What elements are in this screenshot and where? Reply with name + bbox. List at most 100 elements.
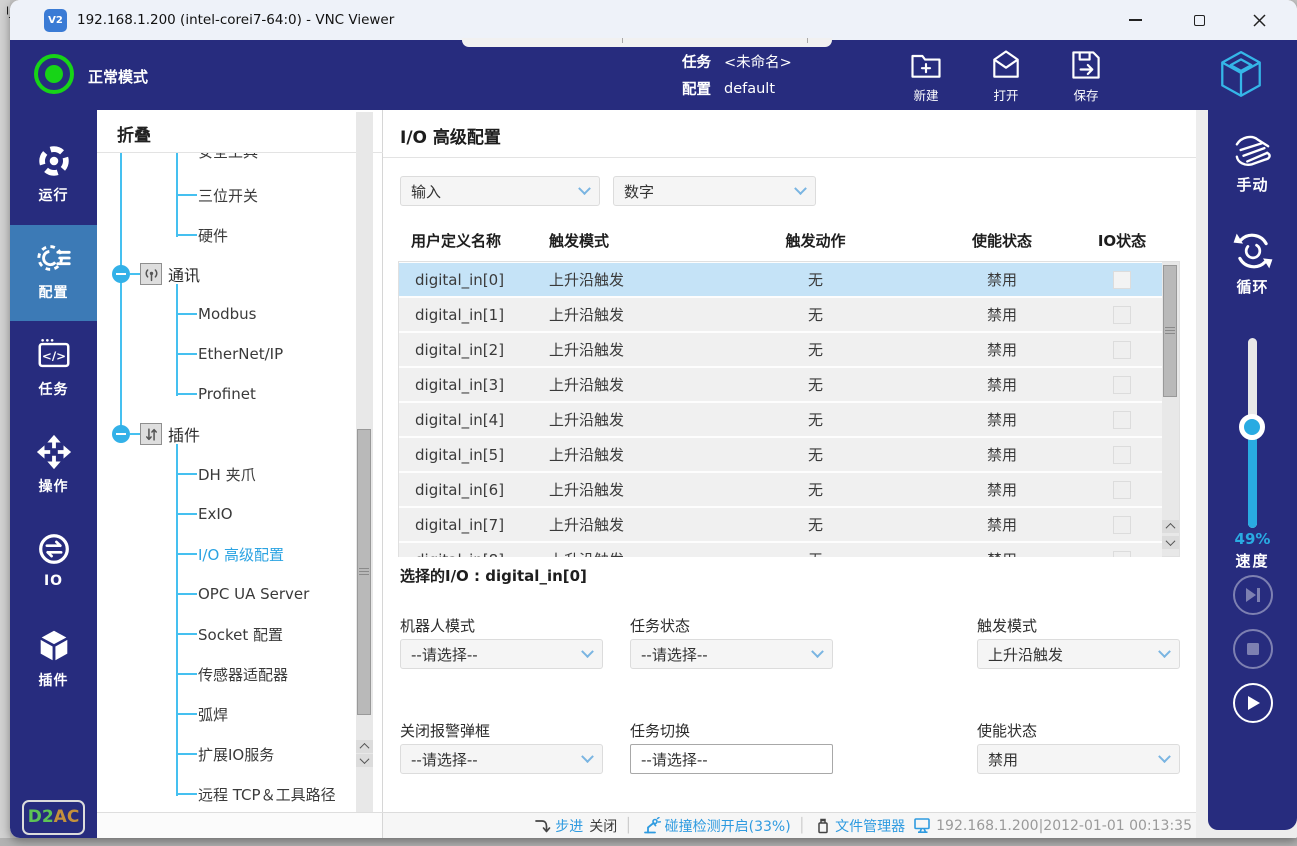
stop-button[interactable] xyxy=(1233,629,1273,669)
table-row[interactable]: digital_in[4] 上升沿触发 无 禁用 xyxy=(399,403,1162,436)
maximize-button[interactable] xyxy=(1184,6,1214,34)
sidebar-item-operate[interactable]: 操作 xyxy=(10,419,97,515)
io-direction-select[interactable]: 输入 xyxy=(400,176,600,206)
minimize-button[interactable] xyxy=(1120,6,1150,34)
close-alarm-select[interactable]: --请选择-- xyxy=(400,744,603,774)
tree-scrollbar-thumb[interactable] xyxy=(357,429,371,715)
io-state-checkbox[interactable] xyxy=(1113,446,1131,464)
tree-item[interactable]: 传感器适配器 xyxy=(177,662,288,686)
table-row[interactable]: digital_in[0] 上升沿触发 无 禁用 xyxy=(399,263,1162,296)
tree-item[interactable]: EtherNet/IP xyxy=(177,342,283,366)
table-scrollbar[interactable] xyxy=(1162,262,1179,556)
cell-trigger-mode: 上升沿触发 xyxy=(549,479,709,500)
tree-item[interactable]: DH 夹爪 xyxy=(177,462,256,486)
table-row[interactable]: digital_in[6] 上升沿触发 无 禁用 xyxy=(399,473,1162,506)
task-switch-input[interactable]: --请选择-- xyxy=(630,744,833,774)
tree-scrollbar[interactable] xyxy=(356,112,373,812)
file-manager-link[interactable]: 文件管理器 xyxy=(835,816,905,836)
scroll-down-button[interactable] xyxy=(356,754,373,767)
sidebar-item-plugin[interactable]: 插件 xyxy=(10,613,97,709)
tree-item[interactable]: Profinet xyxy=(177,382,256,406)
robot-mode-select[interactable]: --请选择-- xyxy=(400,639,603,669)
table-row[interactable]: digital_in[8] 上升沿触发 无 禁用 xyxy=(399,543,1162,557)
tree-item[interactable]: Socket 配置 xyxy=(177,622,283,646)
table-row[interactable]: digital_in[1] 上升沿触发 无 禁用 xyxy=(399,298,1162,331)
table-row[interactable]: digital_in[7] 上升沿触发 无 禁用 xyxy=(399,508,1162,541)
io-state-checkbox[interactable] xyxy=(1113,551,1131,558)
tree-item[interactable]: ExIO xyxy=(177,502,233,526)
tree-item-label: I/O 高级配置 xyxy=(197,544,284,565)
tree-item[interactable]: Modbus xyxy=(177,302,256,326)
task-state-select[interactable]: --请选择-- xyxy=(630,639,833,669)
play-button[interactable] xyxy=(1233,683,1273,723)
collision-status[interactable]: 碰撞检测开启(33%) xyxy=(665,816,791,836)
table-row[interactable]: digital_in[2] 上升沿触发 无 禁用 xyxy=(399,333,1162,366)
cell-enable-state: 禁用 xyxy=(922,409,1082,430)
tree-item-label: Modbus xyxy=(197,305,256,323)
cell-enable-state: 禁用 xyxy=(922,514,1082,535)
manual-mode-button[interactable]: 手动 xyxy=(1208,132,1297,195)
sidebar-item-config[interactable]: 配置 xyxy=(10,225,97,321)
cycle-mode-button[interactable]: 循环 xyxy=(1208,230,1297,297)
new-button[interactable]: 新建 xyxy=(897,44,955,106)
tree-item[interactable]: OPC UA Server xyxy=(177,582,309,606)
tree-group[interactable]: 通讯 xyxy=(112,262,200,286)
brand-chip[interactable]: D2AC xyxy=(22,800,85,835)
vnc-toolbar-notch[interactable] xyxy=(462,38,832,47)
col-header-io-state: IO状态 xyxy=(1082,230,1162,251)
io-state-checkbox[interactable] xyxy=(1113,481,1131,499)
close-icon xyxy=(1253,14,1266,27)
open-button[interactable]: 打开 xyxy=(977,44,1035,106)
tree-item[interactable]: 扩展IO服务 xyxy=(177,742,274,766)
cell-enable-state: 禁用 xyxy=(922,444,1082,465)
arrows-updown-icon xyxy=(144,427,159,442)
io-state-checkbox[interactable] xyxy=(1113,306,1131,324)
window-title: 192.168.1.200 (intel-corei7-64:0) - VNC … xyxy=(77,0,394,40)
step-run-button[interactable] xyxy=(1233,575,1273,615)
tree-connector xyxy=(130,433,140,435)
chevron-down-icon xyxy=(578,182,591,195)
enable-state-select[interactable]: 禁用 xyxy=(977,744,1180,774)
step-label[interactable]: 步进 xyxy=(555,816,583,836)
slider-thumb[interactable] xyxy=(1239,414,1265,440)
table-row[interactable]: digital_in[3] 上升沿触发 无 禁用 xyxy=(399,368,1162,401)
tree-item[interactable]: 三位开关 xyxy=(177,183,258,207)
tree-item[interactable]: 远程 TCP＆工具路径 xyxy=(177,782,336,806)
tree-item-label: Socket 配置 xyxy=(197,624,283,645)
tree-item[interactable]: 安全工具 xyxy=(177,153,258,163)
tree-connector xyxy=(177,473,197,475)
tree-collapse-header[interactable]: 折叠 xyxy=(117,121,151,146)
save-button[interactable]: 保存 xyxy=(1057,44,1115,106)
io-swap-icon xyxy=(35,530,73,568)
io-type-select[interactable]: 数字 xyxy=(613,176,816,206)
collapse-minus-icon[interactable] xyxy=(112,265,130,283)
sidebar-item-run[interactable]: 运行 xyxy=(10,128,97,224)
collapse-minus-icon[interactable] xyxy=(112,425,130,443)
speed-percent: 49% xyxy=(1208,530,1297,548)
sidebar-item-task[interactable]: </> 任务 xyxy=(10,322,97,418)
scroll-down-button[interactable] xyxy=(1162,536,1179,549)
scroll-up-button[interactable] xyxy=(1162,520,1179,533)
tree-body: 安全工具 三位开关 硬件 通讯 Modbus EtherNet/IP Profi… xyxy=(97,153,383,812)
tree-group[interactable]: 插件 xyxy=(112,422,200,446)
trigger-mode-select[interactable]: 上升沿触发 xyxy=(977,639,1180,669)
io-state-checkbox[interactable] xyxy=(1113,376,1131,394)
io-state-checkbox[interactable] xyxy=(1113,411,1131,429)
tree-item[interactable]: I/O 高级配置 xyxy=(177,542,284,566)
io-state-checkbox[interactable] xyxy=(1113,341,1131,359)
speed-slider[interactable] xyxy=(1248,338,1257,528)
table-scrollbar-thumb[interactable] xyxy=(1163,265,1177,397)
hand-icon xyxy=(1231,132,1275,170)
io-state-checkbox[interactable] xyxy=(1113,271,1131,289)
cell-enable-state: 禁用 xyxy=(922,339,1082,360)
tree-item[interactable]: 硬件 xyxy=(177,223,228,247)
scroll-up-button[interactable] xyxy=(356,740,373,753)
statusbar: 步进 关闭 │ 碰撞检测开启(33%) │ 文件管理器 xyxy=(383,812,1196,838)
step-state: 关闭 xyxy=(589,816,617,836)
sidebar-item-io[interactable]: IO xyxy=(10,516,97,612)
close-button[interactable] xyxy=(1244,6,1274,34)
tree-item[interactable]: 弧焊 xyxy=(177,702,228,726)
table-row[interactable]: digital_in[5] 上升沿触发 无 禁用 xyxy=(399,438,1162,471)
io-state-checkbox[interactable] xyxy=(1113,516,1131,534)
cell-name: digital_in[7] xyxy=(399,516,549,534)
